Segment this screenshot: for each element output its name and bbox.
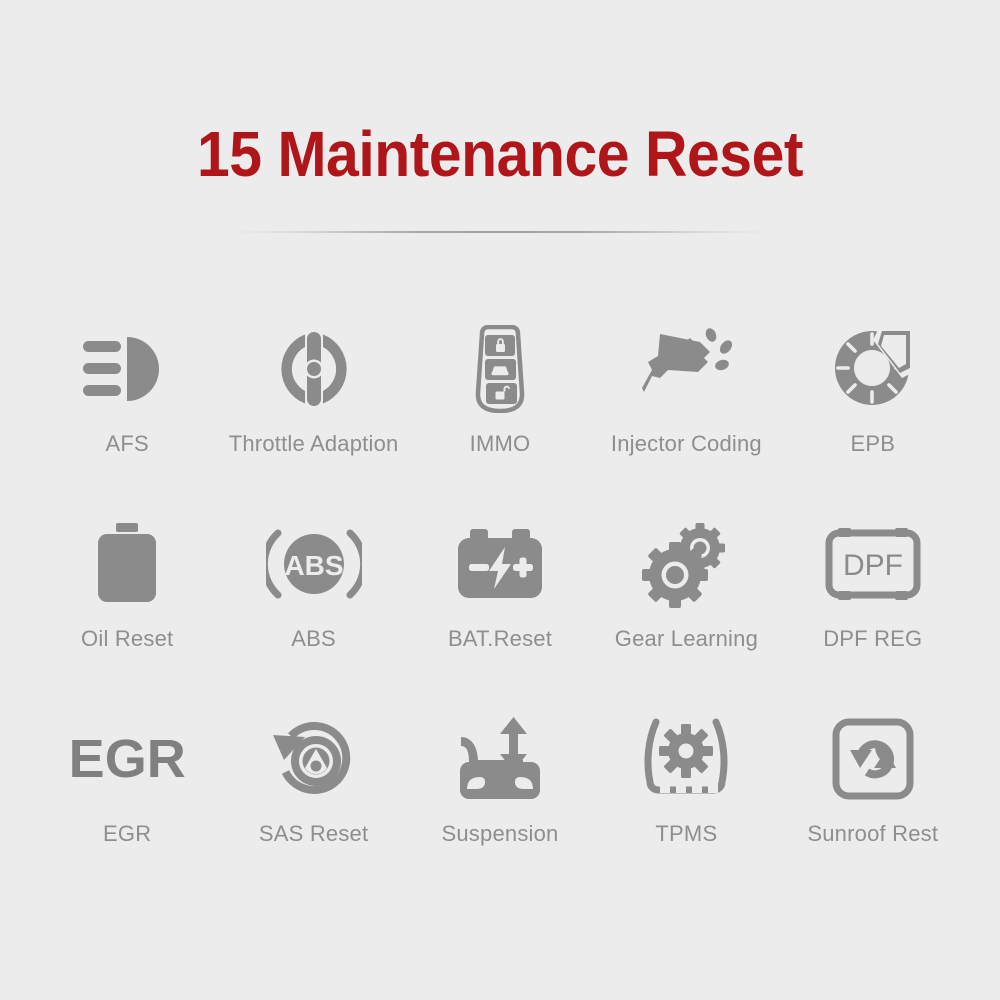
feature-item-egr[interactable]: EGR EGR [34,711,220,847]
svg-text:ABS: ABS [284,550,343,581]
feature-item-injector-coding[interactable]: Injector Coding [593,321,779,457]
two-gears-icon [642,516,730,612]
feature-item-epb[interactable]: EPB [780,321,966,457]
feature-item-bat-reset[interactable]: BAT.Reset [407,516,593,652]
feature-label: Gear Learning [614,626,759,651]
feature-label: Suspension [441,821,559,846]
car-battery-icon [456,516,544,612]
feature-item-afs[interactable]: AFS [34,321,220,457]
brake-disc-caliper-icon [832,321,914,417]
feature-item-oil-reset[interactable]: Oil Reset [34,516,220,652]
feature-label: Sunroof Rest [807,821,939,846]
feature-item-throttle-adaption[interactable]: Throttle Adaption [220,321,406,457]
feature-label: TPMS [655,821,718,846]
feature-item-immo[interactable]: IMMO [407,321,593,457]
feature-label: DPF REG [823,626,923,651]
feature-item-gear-learning[interactable]: Gear Learning [593,516,779,652]
header-divider-wrap [0,231,1000,233]
car-key-fob-icon [472,321,528,417]
feature-item-sas-reset[interactable]: SAS Reset [220,711,406,847]
oil-can-icon [94,516,160,612]
header-divider [230,231,770,233]
fuel-injector-icon [640,321,733,417]
dpf-glyph-text: DPF [843,549,903,582]
feature-grid: AFS Throttle Adaption IMMO Injector Codi… [0,321,1000,847]
throttle-body-icon [274,321,354,417]
abs-brake-icon: ABS [265,516,362,612]
feature-label: EGR [103,821,152,846]
feature-item-tpms[interactable]: TPMS [593,711,779,847]
steering-angle-reset-icon [271,711,357,807]
feature-item-suspension[interactable]: Suspension [407,711,593,847]
dpf-filter-icon: DPF [825,516,921,612]
feature-label: SAS Reset [258,821,369,846]
feature-label: IMMO [469,431,531,456]
feature-label: Throttle Adaption [228,431,399,456]
feature-item-dpf-reg[interactable]: DPF DPF REG [780,516,966,652]
feature-label: Oil Reset [81,626,174,651]
egr-text-icon: EGR [69,711,186,807]
car-suspension-arrow-icon [455,711,545,807]
page-header: 15 Maintenance Reset [0,0,1000,186]
tire-pressure-icon [640,711,732,807]
feature-label: Injector Coding [610,431,762,456]
headlight-afs-icon [81,321,173,417]
sunroof-reset-icon [832,711,914,807]
egr-glyph-text: EGR [68,729,186,789]
feature-label: ABS [291,626,336,651]
feature-item-abs[interactable]: ABS ABS [220,516,406,652]
feature-item-sunroof-rest[interactable]: Sunroof Rest [780,711,966,847]
maintenance-reset-page: 15 Maintenance Reset AFS Throttle Adapti… [0,0,1000,1000]
feature-label: EPB [850,431,896,456]
feature-label: AFS [105,431,149,456]
page-title: 15 Maintenance Reset [196,118,804,190]
feature-label: BAT.Reset [447,626,553,651]
